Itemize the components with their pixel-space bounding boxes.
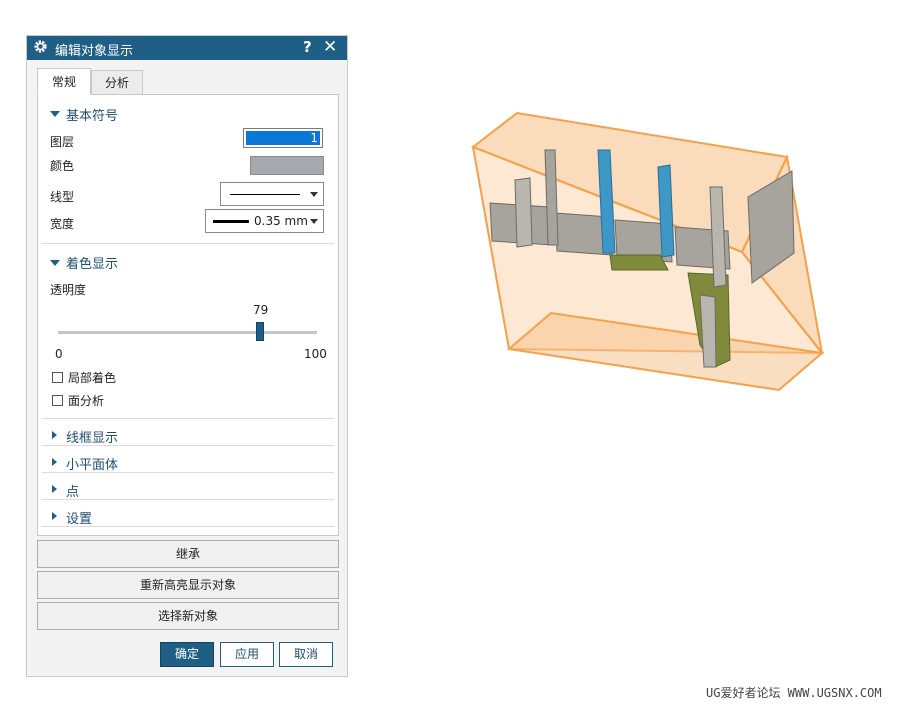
slider-min-label: 0 <box>55 347 63 361</box>
tab-general[interactable]: 常规 <box>37 68 91 95</box>
forum-watermark: UG爱好者论坛 WWW.UGSNX.COM <box>706 686 882 700</box>
section-settings-title[interactable]: 设置 <box>66 508 92 527</box>
section-points-title[interactable]: 点 <box>66 481 79 500</box>
layer-label: 图层 <box>50 135 75 149</box>
linetype-solid-preview <box>230 194 300 195</box>
transparency-slider-thumb[interactable] <box>256 322 264 341</box>
rehighlight-button[interactable]: 重新高亮显示对象 <box>37 571 339 599</box>
apply-button[interactable]: 应用 <box>220 642 274 667</box>
section-collapsed-icon[interactable] <box>52 512 57 520</box>
inherit-button[interactable]: 继承 <box>37 540 339 568</box>
section-collapsed-icon[interactable] <box>52 485 57 493</box>
linetype-dropdown[interactable] <box>220 182 324 206</box>
color-label: 颜色 <box>50 159 75 173</box>
dialog-title: 编辑对象显示 <box>55 44 134 59</box>
color-swatch[interactable] <box>250 156 324 175</box>
section-faceted-body-title[interactable]: 小平面体 <box>66 454 118 473</box>
section-expanded-icon[interactable] <box>50 260 60 266</box>
section-divider <box>42 526 334 527</box>
layer-input[interactable]: 1 <box>243 128 323 148</box>
close-icon[interactable]: ✕ <box>323 37 337 57</box>
width-dropdown[interactable]: 0.35 mm <box>205 209 324 233</box>
graphics-viewport[interactable] <box>460 105 830 400</box>
section-divider <box>42 243 334 244</box>
dialog-titlebar[interactable]: 编辑对象显示 ? ✕ <box>27 36 347 60</box>
help-icon[interactable]: ? <box>303 38 312 56</box>
edit-object-display-dialog: 编辑对象显示 ? ✕ 常规 分析 基本符号 图层 1 颜色 线型 宽度 0.35… <box>26 35 348 677</box>
partial-shading-label: 局部着色 <box>68 371 117 385</box>
tab-analysis[interactable]: 分析 <box>91 70 143 95</box>
chevron-down-icon <box>310 192 318 197</box>
slider-max-label: 100 <box>304 347 327 361</box>
section-divider <box>42 472 334 473</box>
ok-button[interactable]: 确定 <box>160 642 214 667</box>
partial-shading-checkbox[interactable] <box>52 372 63 383</box>
section-shading-title[interactable]: 着色显示 <box>66 253 118 272</box>
transparency-slider-track[interactable] <box>58 331 317 334</box>
section-divider <box>42 499 334 500</box>
face-analysis-label: 面分析 <box>68 394 105 408</box>
width-line-preview <box>213 220 249 223</box>
width-label: 宽度 <box>50 217 75 231</box>
section-basic-symbol-title[interactable]: 基本符号 <box>66 105 118 124</box>
transparency-value: 79 <box>253 303 269 317</box>
gear-icon <box>34 40 47 53</box>
section-collapsed-icon[interactable] <box>52 458 57 466</box>
face-analysis-checkbox[interactable] <box>52 395 63 406</box>
section-divider <box>42 418 334 419</box>
section-wireframe-title[interactable]: 线框显示 <box>66 427 118 446</box>
general-tab-panel: 基本符号 图层 1 颜色 线型 宽度 0.35 mm 着色显示 透明度 79 0… <box>37 94 339 536</box>
layer-value: 1 <box>246 131 320 145</box>
cancel-button[interactable]: 取消 <box>279 642 333 667</box>
linetype-label: 线型 <box>50 190 75 204</box>
chevron-down-icon <box>310 219 318 224</box>
transparency-label: 透明度 <box>50 283 87 297</box>
select-new-object-button[interactable]: 选择新对象 <box>37 602 339 630</box>
section-expanded-icon[interactable] <box>50 111 60 117</box>
section-divider <box>42 445 334 446</box>
width-value: 0.35 mm <box>254 214 308 228</box>
section-collapsed-icon[interactable] <box>52 431 57 439</box>
